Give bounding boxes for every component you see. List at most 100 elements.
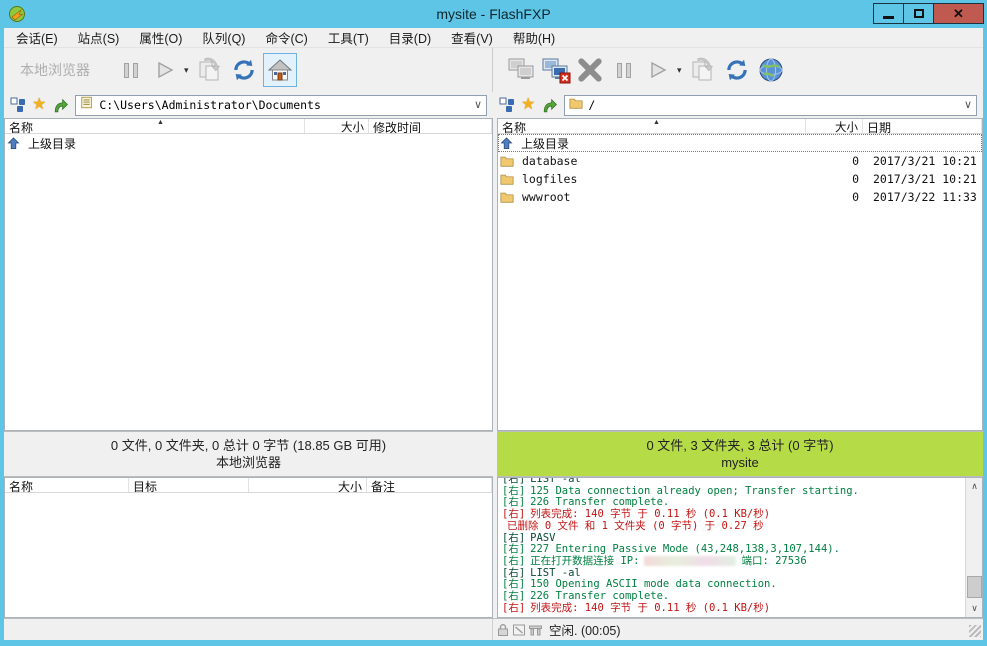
remote-column-name[interactable]: 名称 (498, 119, 806, 133)
queue-list: 名称 目标 大小 备注 (4, 477, 493, 618)
folder-icon (500, 191, 514, 203)
remote-refresh-button[interactable] (722, 53, 752, 87)
main-area: 名称 ▲ 大小 修改时间 上级目录 0 文件, 0 文件夹, 0 总计 0 字节… (4, 118, 983, 618)
remote-column-date[interactable]: 日期 (863, 119, 982, 133)
remote-resume-dropdown-icon[interactable]: ▾ (677, 65, 682, 76)
scroll-down-icon[interactable]: ∨ (966, 600, 983, 617)
remote-path-dropdown-icon[interactable]: ∨ (964, 98, 972, 111)
local-resume-dropdown-icon[interactable]: ▾ (184, 65, 189, 76)
local-path-combobox[interactable]: C:\Users\Administrator\Documents ∨ (75, 95, 487, 116)
parent-directory-label: 上级目录 (517, 135, 573, 152)
statusbar: 空闲. (00:05) (4, 618, 983, 640)
remote-file-row[interactable]: database 0 2017/3/21 10:21 (498, 152, 982, 170)
local-path-dropdown-icon[interactable]: ∨ (474, 98, 482, 111)
queue-monitor-icon (528, 623, 543, 637)
remote-file-list: 名称 ▲ 大小 日期 上级目录 database 0 (497, 118, 983, 431)
file-name: wwwroot (518, 190, 806, 204)
remote-transfer-button[interactable] (688, 53, 718, 87)
remote-connect-button[interactable] (507, 53, 537, 87)
menubar: 会话(E) 站点(S) 属性(O) 队列(Q) 命令(C) 工具(T) 目录(D… (4, 28, 983, 48)
remote-column-size[interactable]: 大小 (806, 119, 863, 133)
menu-view[interactable]: 查看(V) (441, 26, 503, 49)
local-summary-line1: 0 文件, 0 文件夹, 0 总计 0 字节 (18.85 GB 可用) (4, 437, 493, 454)
local-transfer-button[interactable] (195, 53, 225, 87)
remote-resume-button[interactable] (643, 53, 673, 87)
scroll-up-icon[interactable]: ∧ (966, 478, 983, 495)
menu-sites[interactable]: 站点(S) (68, 26, 130, 49)
file-name: database (518, 154, 806, 168)
window-title: mysite - FlashFXP (0, 6, 987, 22)
maximize-button[interactable] (903, 3, 934, 24)
local-file-list: 名称 ▲ 大小 修改时间 上级目录 (4, 118, 493, 431)
remote-file-row[interactable]: wwwroot 0 2017/3/22 11:33 (498, 188, 982, 206)
queue-column-target[interactable]: 目标 (129, 478, 249, 492)
folder-icon (500, 173, 514, 185)
remote-summary-bar: 0 文件, 3 文件夹, 3 总计 (0 字节) mysite (497, 431, 983, 477)
local-browser-label: 本地浏览器 (20, 60, 90, 80)
remote-log-area: [右]LIST -al [右]125 Data connection alrea… (497, 477, 983, 618)
local-column-name[interactable]: 名称 (5, 119, 305, 133)
file-name: logfiles (518, 172, 806, 186)
menu-commands[interactable]: 命令(C) (255, 26, 317, 49)
menu-directory[interactable]: 目录(D) (379, 26, 441, 49)
transfer-graph-icon (512, 623, 526, 637)
maximize-icon (914, 9, 924, 18)
local-toolbar: 本地浏览器 ▾ (4, 48, 493, 92)
remote-summary-line1: 0 文件, 3 文件夹, 3 总计 (0 字节) (497, 437, 983, 454)
local-column-size[interactable]: 大小 (305, 119, 369, 133)
local-queue-panel: 名称 目标 大小 备注 (4, 477, 493, 618)
local-address-bar: ★ C:\Users\Administrator\Documents ∨ (4, 92, 493, 118)
queue-column-name[interactable]: 名称 (5, 478, 129, 492)
statusbar-right-section: 空闲. (00:05) (493, 619, 983, 640)
file-size: 0 (806, 190, 863, 204)
remote-path-combobox[interactable]: / ∨ (564, 95, 977, 116)
flashfxp-app-icon (8, 5, 26, 23)
up-directory-icon (500, 137, 513, 150)
log-line: [右]正在打开数据连接 IP:端口: 27536 (502, 556, 964, 568)
remote-pane: 名称 ▲ 大小 日期 上级目录 database 0 (497, 118, 983, 618)
queue-column-note[interactable]: 备注 (367, 478, 492, 492)
local-parent-directory-row[interactable]: 上级目录 (5, 134, 492, 152)
log-scrollbar[interactable]: ∧ ∨ (965, 478, 982, 617)
resize-grip[interactable] (969, 625, 981, 637)
local-up-directory-icon[interactable] (52, 97, 69, 114)
remote-pause-button[interactable] (609, 53, 639, 87)
menu-queue[interactable]: 队列(Q) (192, 26, 255, 49)
file-size: 0 (806, 154, 863, 168)
remote-parent-directory-row[interactable]: 上级目录 (498, 134, 982, 152)
local-summary-bar: 0 文件, 0 文件夹, 0 总计 0 字节 (18.85 GB 可用) 本地浏… (4, 431, 493, 477)
local-list-header: 名称 ▲ 大小 修改时间 (5, 119, 492, 134)
remote-abort-button[interactable] (575, 53, 605, 87)
remote-favorites-icon[interactable]: ★ (521, 97, 535, 113)
menu-tools[interactable]: 工具(T) (318, 26, 379, 49)
queue-column-size[interactable]: 大小 (249, 478, 367, 492)
parent-directory-label: 上级目录 (24, 135, 80, 152)
sort-ascending-icon: ▲ (653, 119, 660, 126)
remote-up-directory-icon[interactable] (541, 97, 558, 114)
local-refresh-button[interactable] (229, 53, 259, 87)
remote-toolbar: ▾ (493, 48, 983, 92)
flashfxp-window: mysite - FlashFXP ✕ 会话(E) 站点(S) 属性(O) 队列… (0, 0, 987, 646)
scrollbar-thumb[interactable] (967, 576, 982, 598)
menu-help[interactable]: 帮助(H) (503, 26, 565, 49)
local-home-button[interactable] (263, 53, 297, 87)
local-resume-button[interactable] (150, 53, 180, 87)
remote-file-row[interactable]: logfiles 0 2017/3/21 10:21 (498, 170, 982, 188)
redacted-ip (644, 556, 736, 566)
local-column-modified[interactable]: 修改时间 (369, 119, 492, 133)
remote-tree-view-icon[interactable] (499, 97, 515, 113)
folder-icon (500, 155, 514, 167)
close-button[interactable]: ✕ (933, 3, 984, 24)
titlebar[interactable]: mysite - FlashFXP ✕ (0, 0, 987, 28)
local-tree-view-icon[interactable] (10, 97, 26, 113)
minimize-button[interactable] (873, 3, 904, 24)
menu-options[interactable]: 属性(O) (129, 26, 192, 49)
local-favorites-icon[interactable]: ★ (32, 97, 46, 113)
remote-list-header: 名称 ▲ 大小 日期 (498, 119, 982, 134)
local-pause-button[interactable] (116, 53, 146, 87)
remote-disconnect-button[interactable] (541, 53, 571, 87)
documents-folder-icon (80, 96, 94, 114)
menu-session[interactable]: 会话(E) (6, 26, 68, 49)
remote-globe-button[interactable] (756, 53, 786, 87)
sort-ascending-icon: ▲ (157, 119, 164, 126)
